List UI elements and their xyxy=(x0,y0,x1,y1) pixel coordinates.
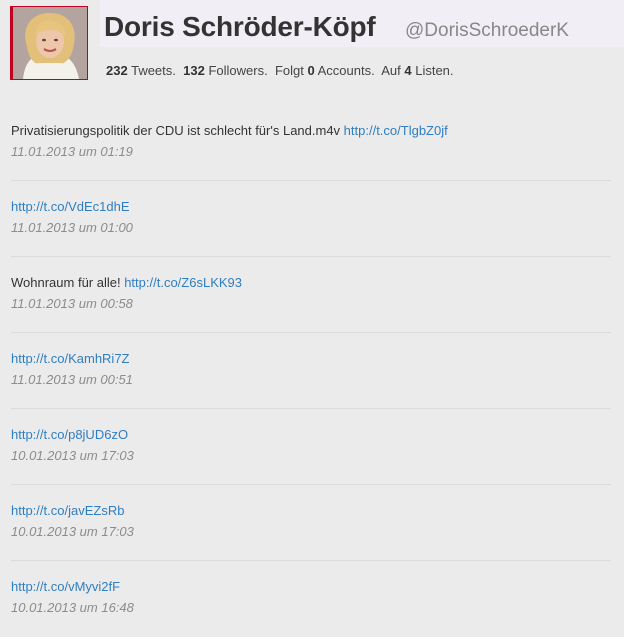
tweet-text: http://t.co/VdEc1dhE xyxy=(11,199,130,214)
lists-label: Listen. xyxy=(415,63,454,78)
tweet-text: http://t.co/KamhRi7Z xyxy=(11,351,130,366)
tweet-timestamp[interactable]: 11.01.2013 um 00:58 xyxy=(11,296,133,311)
followers-count: 132 xyxy=(183,63,205,78)
tweet-timestamp[interactable]: 10.01.2013 um 16:48 xyxy=(11,600,134,615)
tweet-timestamp[interactable]: 11.01.2013 um 00:51 xyxy=(11,372,133,387)
lists-count: 4 xyxy=(404,63,412,78)
tweet: http://t.co/javEZsRb 10.01.2013 um 17:03 xyxy=(0,485,624,561)
tweet-text: Wohnraum für alle! http://t.co/Z6sLKK93 xyxy=(11,275,242,290)
tweets-count: 232 xyxy=(106,63,128,78)
avatar-portrait-image xyxy=(13,7,87,79)
tweets-label: Tweets. xyxy=(131,63,176,78)
follows-prefix: Folgt xyxy=(274,63,304,78)
tweet: http://t.co/VdEc1dhE 11.01.2013 um 01:00 xyxy=(0,181,624,257)
tweet-list: Privatisierungspolitik der CDU ist schle… xyxy=(0,105,624,637)
tweet-body: Wohnraum für alle! xyxy=(11,275,125,290)
tweet: http://t.co/p8jUD6zO 10.01.2013 um 17:03 xyxy=(0,409,624,485)
followers-label: Followers. xyxy=(208,63,268,78)
tweet: Privatisierungspolitik der CDU ist schle… xyxy=(0,105,624,181)
tweet-timestamp[interactable]: 10.01.2013 um 17:03 xyxy=(11,524,134,539)
tweet-text: http://t.co/javEZsRb xyxy=(11,503,124,518)
tweet-link[interactable]: http://t.co/p8jUD6zO xyxy=(11,427,128,442)
tweet-link[interactable]: http://t.co/javEZsRb xyxy=(11,503,124,518)
tweet: Wohnraum für alle! http://t.co/Z6sLKK93 … xyxy=(0,257,624,333)
tweet-text: http://t.co/vMyvi2fF xyxy=(11,579,120,594)
lists-prefix: Auf xyxy=(381,63,401,78)
avatar[interactable] xyxy=(10,6,88,80)
tweet-timestamp[interactable]: 10.01.2013 um 17:03 xyxy=(11,448,134,463)
tweet-timestamp[interactable]: 11.01.2013 um 01:00 xyxy=(11,220,133,235)
profile-name: Doris Schröder-Köpf xyxy=(104,11,376,42)
tweet-text: Privatisierungspolitik der CDU ist schle… xyxy=(11,123,448,138)
tweet-link[interactable]: http://t.co/KamhRi7Z xyxy=(11,351,130,366)
tweet-text: http://t.co/p8jUD6zO xyxy=(11,427,128,442)
tweet-link[interactable]: http://t.co/Z6sLKK93 xyxy=(124,275,242,290)
follows-label: Accounts. xyxy=(317,63,375,78)
tweet-link[interactable]: http://t.co/vMyvi2fF xyxy=(11,579,120,594)
tweet-link[interactable]: http://t.co/VdEc1dhE xyxy=(11,199,130,214)
profile-header: Doris Schröder-Köpf @DorisSchroederK 232… xyxy=(0,0,624,93)
tweet: http://t.co/KamhRi7Z 11.01.2013 um 00:51 xyxy=(0,333,624,409)
profile-stats: 232 Tweets. 132 Followers. Folgt 0 Accou… xyxy=(106,63,454,78)
follows-count: 0 xyxy=(307,63,315,78)
profile-handle[interactable]: @DorisSchroederK xyxy=(405,20,569,42)
tweet-timestamp[interactable]: 11.01.2013 um 01:19 xyxy=(11,144,133,159)
tweet-link[interactable]: http://t.co/TlgbZ0jf xyxy=(344,123,448,138)
tweet: http://t.co/vMyvi2fF 10.01.2013 um 16:48 xyxy=(0,561,624,637)
tweet-body: Privatisierungspolitik der CDU ist schle… xyxy=(11,123,344,138)
